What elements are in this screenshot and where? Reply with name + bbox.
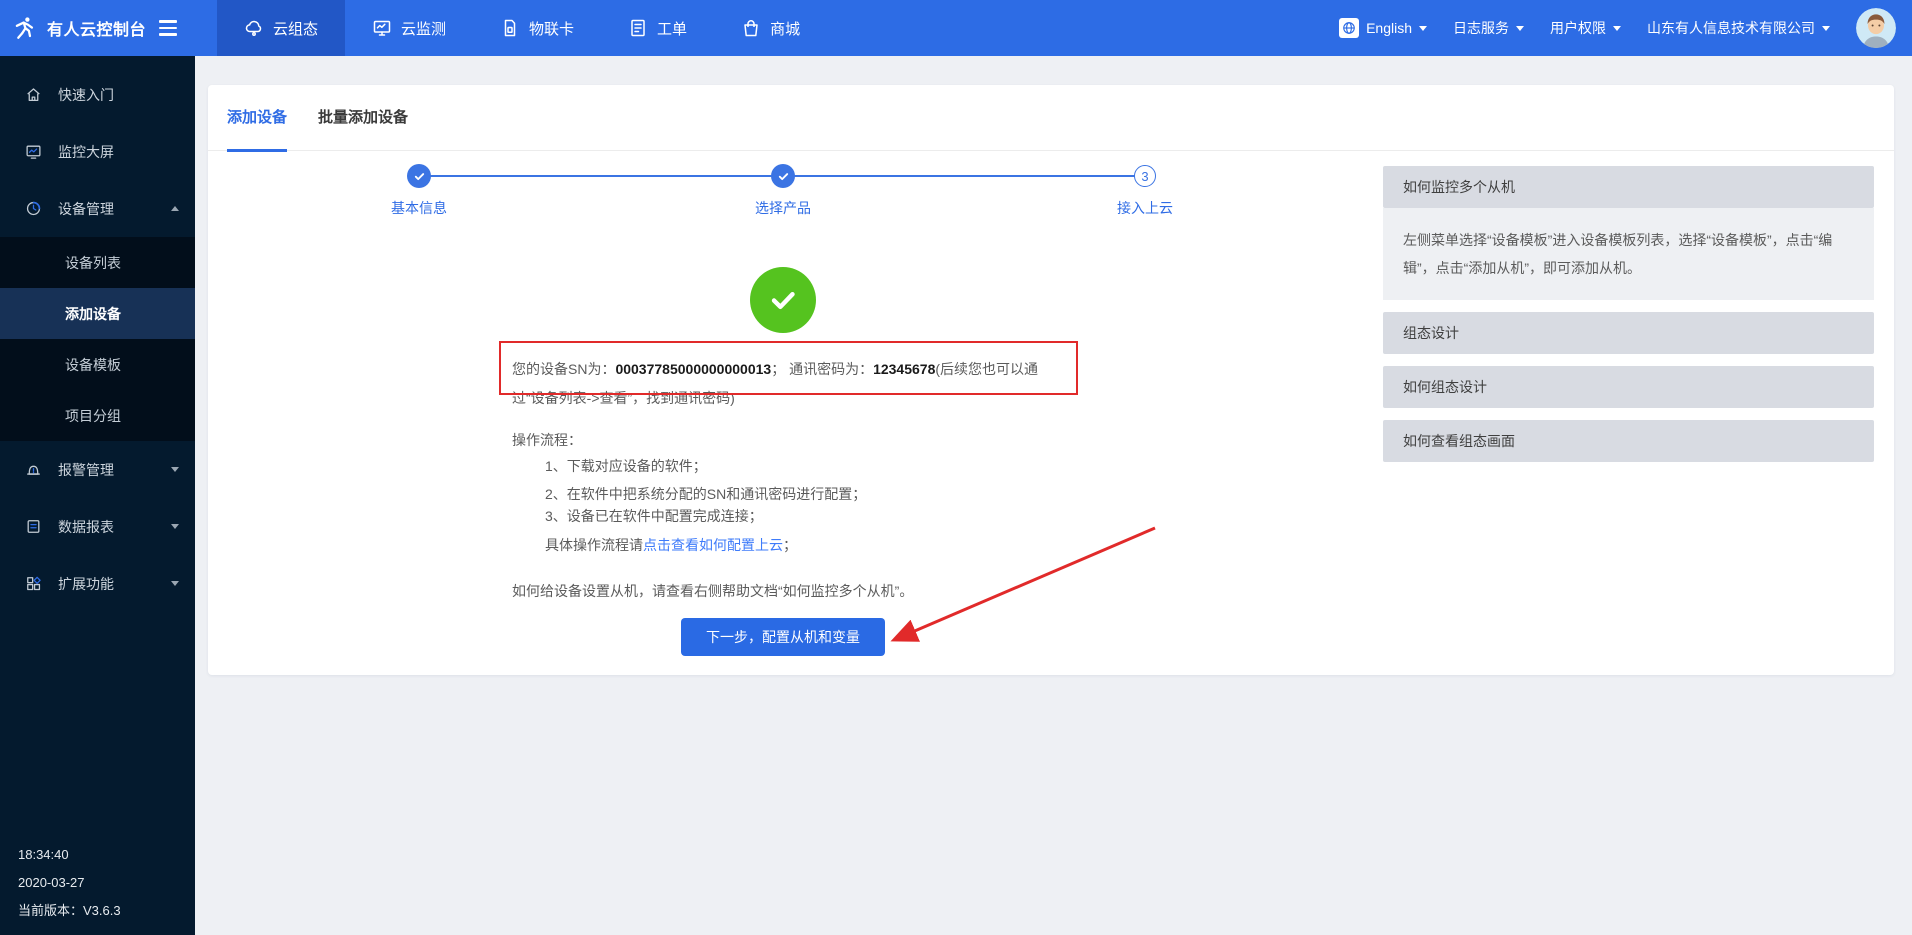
nav-item-cloud-monitor[interactable]: 云监测: [345, 0, 473, 56]
app-title: 有人云控制台: [47, 16, 146, 40]
process-step-3: 3、设备已在软件中配置完成连接；: [545, 506, 763, 526]
help-item-how-to-scada-design[interactable]: 如何组态设计: [1383, 366, 1874, 408]
navbar-right: English 日志服务 用户权限 山东有人信息技术有限公司: [1339, 8, 1912, 48]
version-label: 当前版本：V3.6.3: [18, 897, 121, 925]
help-item-scada-design[interactable]: 组态设计: [1383, 312, 1874, 354]
device-management-submenu: 设备列表 添加设备 设备模板 项目分组: [0, 237, 195, 441]
usr-logo-icon: [12, 15, 38, 41]
menu-toggle-icon[interactable]: [159, 20, 177, 36]
current-time: 18:34:40: [18, 841, 121, 869]
language-selector[interactable]: English: [1339, 18, 1427, 38]
next-step-button[interactable]: 下一步，配置从机和变量: [681, 618, 885, 656]
sidebar-item-device-management[interactable]: 设备管理: [0, 180, 195, 237]
chevron-down-icon: [171, 467, 179, 472]
process-detail: 具体操作流程请点击查看如何配置上云；: [545, 535, 797, 555]
chevron-up-icon: [171, 206, 179, 211]
process-title: 操作流程：: [512, 430, 582, 450]
chevron-down-icon: [1516, 26, 1524, 31]
extensions-icon: [24, 575, 42, 593]
big-screen-icon: [24, 143, 42, 161]
step-1-done: [407, 164, 431, 188]
process-step-2: 2、在软件中把系统分配的SN和通讯密码进行配置；: [545, 484, 866, 504]
sidebar: 快速入门 监控大屏 设备管理 设备列表 添加设备 设备模板: [0, 56, 195, 935]
step-3-current: 3: [1134, 165, 1156, 187]
company-menu[interactable]: 山东有人信息技术有限公司: [1647, 18, 1830, 38]
sn-line-2: 过“设备列表->查看”，找到通讯密码): [512, 388, 735, 408]
work-order-icon: [628, 18, 648, 38]
sidebar-footer: 18:34:40 2020-03-27 当前版本：V3.6.3: [18, 841, 121, 925]
report-icon: [24, 518, 42, 536]
brand: 有人云控制台: [0, 15, 195, 41]
chevron-down-icon: [1419, 26, 1427, 31]
success-check-icon: [750, 267, 816, 333]
help-item-view-scada-screen[interactable]: 如何查看组态画面: [1383, 420, 1874, 462]
sidebar-item-quick-start[interactable]: 快速入门: [0, 66, 195, 123]
step-2-label: 选择产品: [755, 198, 811, 218]
globe-icon: [1339, 18, 1359, 38]
chevron-down-icon: [171, 524, 179, 529]
chevron-down-icon: [1613, 26, 1621, 31]
sidebar-item-big-screen[interactable]: 监控大屏: [0, 123, 195, 180]
help-body-monitor-multiple-slaves: 左侧菜单选择“设备模板”进入设备模板列表，选择“设备模板”，点击“编辑”，点击“…: [1383, 208, 1874, 300]
home-icon: [24, 86, 42, 104]
user-permissions-menu[interactable]: 用户权限: [1550, 18, 1621, 38]
comm-password-value: 12345678: [873, 361, 935, 377]
log-service-menu[interactable]: 日志服务: [1453, 18, 1524, 38]
nav-item-iot-card[interactable]: 物联卡: [473, 0, 601, 56]
how-to-configure-link[interactable]: 点击查看如何配置上云: [643, 537, 783, 553]
nav-item-mall[interactable]: 商城: [714, 0, 827, 56]
nav-item-work-order[interactable]: 工单: [601, 0, 714, 56]
chevron-down-icon: [1822, 26, 1830, 31]
main-area: 添加设备 批量添加设备 3 基本信息 选择产品 接入上云: [195, 56, 1912, 935]
step-1-label: 基本信息: [391, 198, 447, 218]
nav-item-cloud-scada[interactable]: 云组态: [217, 0, 345, 56]
sidebar-item-project-group[interactable]: 项目分组: [0, 390, 195, 441]
avatar[interactable]: [1856, 8, 1896, 48]
process-step-1: 1、下载对应设备的软件；: [545, 456, 707, 476]
check-icon: [413, 170, 426, 183]
sidebar-item-alarm-management[interactable]: 报警管理: [0, 441, 195, 498]
help-item-monitor-multiple-slaves[interactable]: 如何监控多个从机: [1383, 166, 1874, 208]
alarm-icon: [24, 461, 42, 479]
primary-nav: 云组态 云监测 物联卡: [217, 0, 827, 56]
chevron-down-icon: [171, 581, 179, 586]
sn-line: 您的设备SN为：00037785000000000013； 通讯密码为：1234…: [512, 359, 1038, 379]
sidebar-item-device-template[interactable]: 设备模板: [0, 339, 195, 390]
cloud-icon: [244, 18, 264, 38]
sidebar-item-device-list[interactable]: 设备列表: [0, 237, 195, 288]
sidebar-item-add-device[interactable]: 添加设备: [0, 288, 195, 339]
device-manage-icon: [24, 200, 42, 218]
step-2-done: [771, 164, 795, 188]
add-device-card: 添加设备 批量添加设备 3 基本信息 选择产品 接入上云: [208, 85, 1894, 675]
slave-hint: 如何给设备设置从机，请查看右侧帮助文档“如何监控多个从机”。: [512, 581, 913, 601]
check-icon: [777, 170, 790, 183]
sidebar-item-extensions[interactable]: 扩展功能: [0, 555, 195, 612]
monitor-chart-icon: [372, 18, 392, 38]
step-3-label: 接入上云: [1117, 198, 1173, 218]
shop-icon: [741, 18, 761, 38]
sim-card-icon: [500, 18, 520, 38]
current-date: 2020-03-27: [18, 869, 121, 897]
sidebar-item-data-report[interactable]: 数据报表: [0, 498, 195, 555]
help-panel: 如何监控多个从机 左侧菜单选择“设备模板”进入设备模板列表，选择“设备模板”，点…: [1383, 166, 1874, 462]
device-sn-value: 00037785000000000013: [615, 361, 771, 377]
top-navbar: 有人云控制台 云组态 云监测: [0, 0, 1912, 56]
